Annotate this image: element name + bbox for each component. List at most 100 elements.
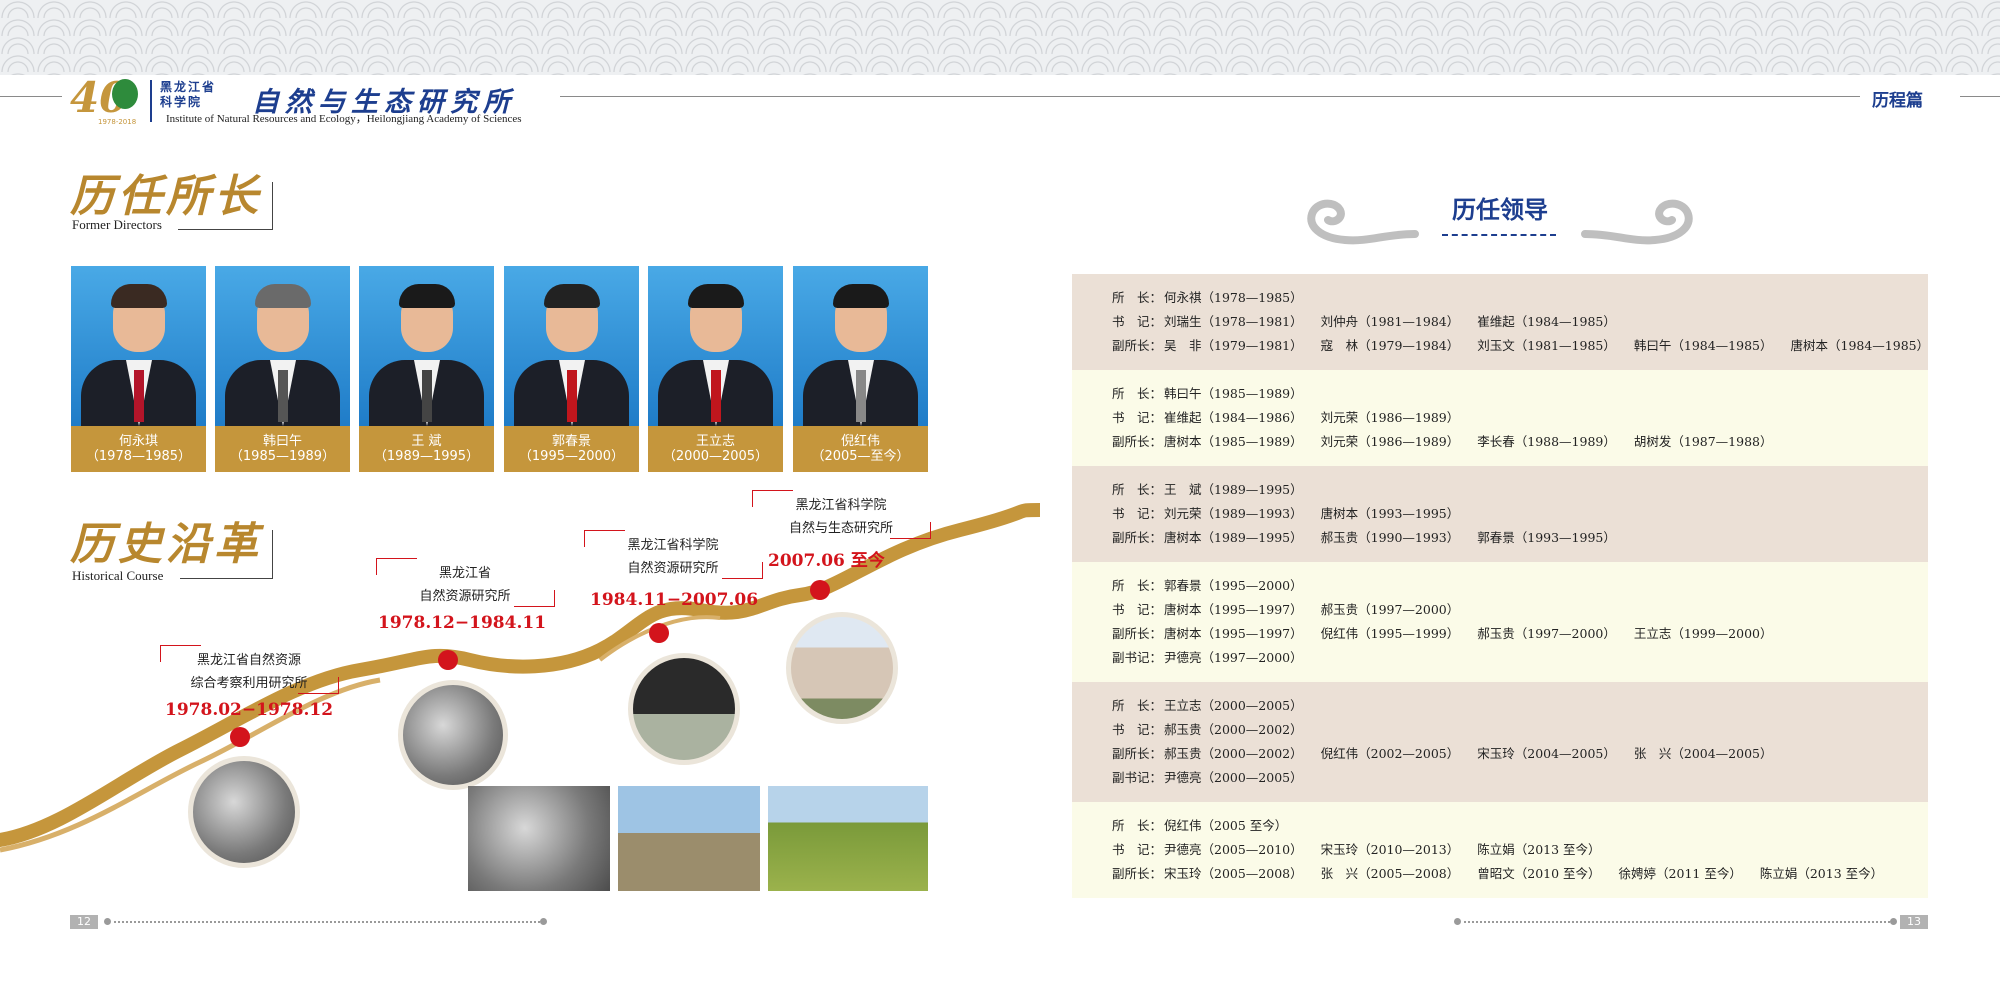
role-label: 副所长：: [1112, 866, 1163, 881]
role-label: 所 长：: [1112, 578, 1163, 593]
leader-entry: 宋玉玲（2010—2013）: [1320, 842, 1460, 857]
inst-name-line2: 科学院: [160, 95, 203, 109]
leadership-term: 所 长： 王立志（2000—2005）书 记： 郝玉贵（2000—2002） 副所长：…: [1072, 682, 1928, 802]
milestone-dot: [649, 623, 669, 643]
leader-entry: 刘元荣（1989—1993）: [1164, 506, 1303, 521]
leadership-row: 副书记： 尹德亮（2000—2005）: [1112, 766, 1928, 790]
role-label: 副书记：: [1112, 770, 1163, 785]
footer-dot: [1890, 918, 1897, 925]
role-label: 副所长：: [1112, 626, 1163, 641]
leaf-icon: [112, 79, 138, 109]
cloud-ornament-left: [1307, 199, 1419, 245]
milestone-line1: 黑龙江省科学院: [795, 498, 887, 513]
leader-entry: 张 兴（2004—2005）: [1633, 746, 1773, 761]
milestone-dot: [438, 650, 458, 670]
leadership-row: 副所长： 唐树本（1995—1997） 倪红伟（1995—1999） 郝玉贵（1997…: [1112, 622, 1928, 646]
leader-entry: 曾昭文（2010 至今）: [1477, 866, 1601, 881]
role-label: 所 长：: [1112, 698, 1163, 713]
leader-entry: 郭春景（1993—1995）: [1477, 530, 1616, 545]
leader-entry: 宋玉玲（2005—2008）: [1164, 866, 1303, 881]
leader-entry: 唐树本（1989—1995）: [1164, 530, 1303, 545]
director-term: （1989—1995）: [373, 449, 480, 464]
page-number-right: 13: [1900, 915, 1928, 929]
inst-name-line1: 黑龙江省: [160, 80, 217, 94]
role-label: 副所长：: [1112, 434, 1163, 449]
researchers-telescope-photo: [468, 786, 610, 891]
leader-entry: 韩曰午（1985—1989）: [1164, 386, 1303, 401]
leader-entry: 郝玉贵（1997—2000）: [1320, 602, 1460, 617]
role-label: 所 长：: [1112, 818, 1163, 833]
leader-entry: 倪红伟（2002—2005）: [1320, 746, 1460, 761]
institute-building-photo: [786, 612, 898, 724]
leader-entry: 王立志（1999—2000）: [1633, 626, 1773, 641]
role-label: 书 记：: [1112, 410, 1163, 425]
director-card: 王立志 （2000—2005）: [648, 266, 783, 472]
director-term: （1995—2000）: [518, 449, 625, 464]
leader-entry: 郝玉贵（2000—2002）: [1164, 746, 1303, 761]
leadership-row: 所 长： 郭春景（1995—2000）: [1112, 574, 1928, 598]
leadership-row: 副书记： 尹德亮（1997—2000）: [1112, 646, 1928, 670]
leadership-row: 副所长： 唐树本（1985—1989） 刘元荣（1986—1989） 李长春（1988…: [1112, 430, 1928, 454]
role-label: 书 记：: [1112, 506, 1163, 521]
director-card: 郭春景 （1995—2000）: [504, 266, 639, 472]
leader-entry: 宋玉玲（2004—2005）: [1477, 746, 1616, 761]
milestone-date: 1978.12−1984.11: [378, 613, 547, 633]
leadership-row: 所 长： 何永祺（1978—1985）: [1112, 286, 1928, 310]
leadership-term: 所 长： 何永祺（1978—1985）书 记： 刘瑞生（1978—1981） 刘仲舟（…: [1072, 274, 1930, 370]
director-name: 韩曰午: [262, 434, 302, 449]
leaders-title: 历任领导: [1452, 196, 1548, 224]
footer-dot: [104, 918, 111, 925]
footer-dot: [1454, 918, 1461, 925]
leader-entry: 吴 非（1979—1981）: [1164, 338, 1303, 353]
director-card: 何永琪 （1978—1985）: [71, 266, 206, 472]
role-label: 书 记：: [1112, 314, 1163, 329]
leader-entry: 李长春（1988—1989）: [1477, 434, 1616, 449]
leader-entry: 王立志（2000—2005）: [1164, 698, 1303, 713]
leader-entry: 唐树本（1993—1995）: [1320, 506, 1460, 521]
milestone-dot: [230, 727, 250, 747]
role-label: 副所长：: [1112, 746, 1163, 761]
leader-entry: 尹德亮（2000—2005）: [1164, 770, 1303, 785]
milestone-dot: [810, 580, 830, 600]
leader-entry: 刘仲舟（1981—1984）: [1320, 314, 1460, 329]
leader-entry: 王 斌（1989—1995）: [1164, 482, 1303, 497]
leadership-row: 书 记： 唐树本（1995—1997） 郝玉贵（1997—2000）: [1112, 598, 1928, 622]
leader-entry: 刘元荣（1986—1989）: [1320, 410, 1460, 425]
section-name: 历程篇: [1872, 91, 1923, 111]
leaders-title-underline: [1442, 234, 1556, 236]
milestone-bracket: [722, 562, 763, 579]
director-name: 王立志: [695, 434, 735, 449]
logo-separator: [150, 80, 152, 122]
leader-entry: 郝玉贵（1990—1993）: [1320, 530, 1460, 545]
role-label: 所 长：: [1112, 386, 1163, 401]
leadership-row: 书 记： 崔维起（1984—1986） 刘元荣（1986—1989）: [1112, 406, 1928, 430]
milestone-line1: 黑龙江省自然资源: [196, 653, 301, 668]
role-label: 副书记：: [1112, 650, 1163, 665]
director-portrait: [504, 266, 639, 426]
leader-entry: 唐树本（1984—1985）: [1790, 338, 1930, 353]
header-rule-left: [0, 96, 62, 97]
field-team-photo: [618, 786, 760, 891]
director-name: 何永琪: [118, 434, 158, 449]
leader-entry: 陈立娟（2013 至今）: [1477, 842, 1601, 857]
leaders-table: 所 长： 何永祺（1978—1985）书 记： 刘瑞生（1978—1981） 刘仲舟（…: [1072, 274, 1930, 898]
leader-entry: 崔维起（1984—1985）: [1477, 314, 1616, 329]
footer-dot: [540, 918, 547, 925]
role-label: 副所长：: [1112, 338, 1163, 353]
role-label: 副所长：: [1112, 530, 1163, 545]
milestone-date: 1978.02−1978.12: [165, 700, 334, 720]
director-portrait: [71, 266, 206, 426]
svg-text:1978-2018: 1978-2018: [98, 118, 136, 126]
role-label: 所 长：: [1112, 482, 1163, 497]
milestone-date: 1984.11−2007.06: [590, 590, 759, 610]
leadership-row: 书 记： 郝玉贵（2000—2002）: [1112, 718, 1928, 742]
leader-entry: 陈立娟（2013 至今）: [1759, 866, 1884, 881]
leadership-row: 副所长： 郝玉贵（2000—2002） 倪红伟（2002—2005） 宋玉玲（2004…: [1112, 742, 1928, 766]
footer-dotted-line: [114, 921, 544, 923]
title-bracket: [178, 182, 273, 230]
leadership-term: 所 长： 韩曰午（1985—1989） 书 记： 崔维起（1984—1986） 刘元荣（…: [1072, 370, 1928, 466]
leader-entry: 倪红伟（2005 至今）: [1164, 818, 1288, 833]
institute-sign-photo: [628, 653, 740, 765]
leader-entry: 何永祺（1978—1985）: [1164, 290, 1303, 305]
milestone-bracket: [890, 522, 931, 539]
